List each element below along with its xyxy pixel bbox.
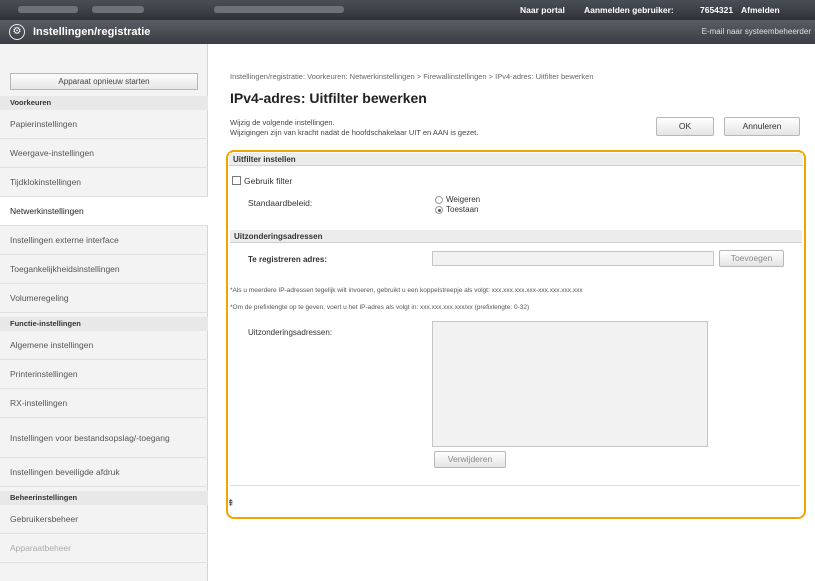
login-user-label: Aanmelden gebruiker: <box>584 5 674 15</box>
email-admin-link[interactable]: E-mail naar systeembeheerder <box>702 27 811 36</box>
sidebar-item-rx[interactable]: RX-instellingen <box>0 389 208 418</box>
sidebar-section-preferences: Voorkeuren <box>0 96 208 110</box>
top-bar: Naar portal Aanmelden gebruiker: 7654321… <box>0 0 815 20</box>
blurred-text <box>18 6 78 13</box>
page-title: IPv4-adres: Uitfilter bewerken <box>230 90 427 106</box>
delete-button[interactable]: Verwijderen <box>434 451 506 468</box>
exception-list-label: Uitzonderingsadressen: <box>248 328 333 337</box>
settings-logo-icon: ⚙ <box>9 24 25 40</box>
sidebar-item-device-management[interactable]: Apparaatbeheer <box>0 534 208 563</box>
sidebar-item-file-storage[interactable]: Instellingen voor bestandsopslag/-toegan… <box>0 418 208 458</box>
header-bar: ⚙ Instellingen/registratie E-mail naar s… <box>0 20 815 44</box>
default-policy-label: Standaardbeleid: <box>248 198 313 208</box>
register-address-input[interactable] <box>432 251 714 266</box>
back-to-top-icon[interactable]: ⇞ <box>227 498 235 509</box>
prefix-note: *Om de prefixlengte op te geven, voert u… <box>230 304 530 311</box>
add-button[interactable]: Toevoegen <box>719 250 784 267</box>
instruction-text: Wijzig de volgende instellingen. <box>230 118 335 127</box>
ok-button[interactable]: OK <box>656 117 714 136</box>
sidebar-item-general[interactable]: Algemene instellingen <box>0 331 208 360</box>
policy-allow-label: Toestaan <box>446 205 479 214</box>
sidebar-item-network[interactable]: Netwerkinstellingen <box>0 197 208 226</box>
policy-allow-radio[interactable] <box>435 206 443 214</box>
divider <box>230 485 800 486</box>
logout-link[interactable]: Afmelden <box>741 5 780 15</box>
exception-address-list[interactable] <box>432 321 708 447</box>
sidebar-item-paper[interactable]: Papierinstellingen <box>0 110 208 139</box>
use-filter-checkbox[interactable] <box>232 176 241 185</box>
blurred-text <box>92 6 144 13</box>
sidebar-item-user-management[interactable]: Gebruikersbeheer <box>0 505 208 534</box>
app-title: Instellingen/registratie <box>33 26 151 38</box>
range-note: *Als u meerdere IP-adressen tegelijk wil… <box>230 287 583 294</box>
sidebar-section-function-settings: Functie-instellingen <box>0 317 208 331</box>
sidebar-item-display[interactable]: Weergave-instellingen <box>0 139 208 168</box>
filter-section-heading: Uitfilter instellen <box>229 153 803 166</box>
restart-device-button[interactable]: Apparaat opnieuw starten <box>10 73 198 90</box>
exception-section-heading: Uitzonderingsadressen <box>230 230 802 243</box>
sidebar-item-clock[interactable]: Tijdklokinstellingen <box>0 168 208 197</box>
policy-reject-radio[interactable] <box>435 196 443 204</box>
main-content: Instellingen/registratie: Voorkeuren: Ne… <box>208 44 815 581</box>
register-address-label: Te registreren adres: <box>248 255 327 264</box>
blurred-text <box>214 6 344 13</box>
sidebar-item-external-interface[interactable]: Instellingen externe interface <box>0 226 208 255</box>
policy-reject-label: Weigeren <box>446 195 481 204</box>
sidebar-item-volume[interactable]: Volumeregeling <box>0 284 208 313</box>
sidebar-item-accessibility[interactable]: Toegankelijkheidsinstellingen <box>0 255 208 284</box>
portal-link[interactable]: Naar portal <box>520 5 565 15</box>
sidebar-item-secure-print[interactable]: Instellingen beveiligde afdruk <box>0 458 208 487</box>
breadcrumb: Instellingen/registratie: Voorkeuren: Ne… <box>230 72 594 81</box>
sidebar: Apparaat opnieuw starten Voorkeuren Papi… <box>0 44 208 581</box>
restart-note-text: Wijzigingen zijn van kracht nadat de hoo… <box>230 128 479 137</box>
sidebar-section-management: Beheerinstellingen <box>0 491 208 505</box>
user-id: 7654321 <box>700 5 734 15</box>
sidebar-item-printer[interactable]: Printerinstellingen <box>0 360 208 389</box>
use-filter-label: Gebruik filter <box>244 176 293 186</box>
cancel-button[interactable]: Annuleren <box>724 117 800 136</box>
